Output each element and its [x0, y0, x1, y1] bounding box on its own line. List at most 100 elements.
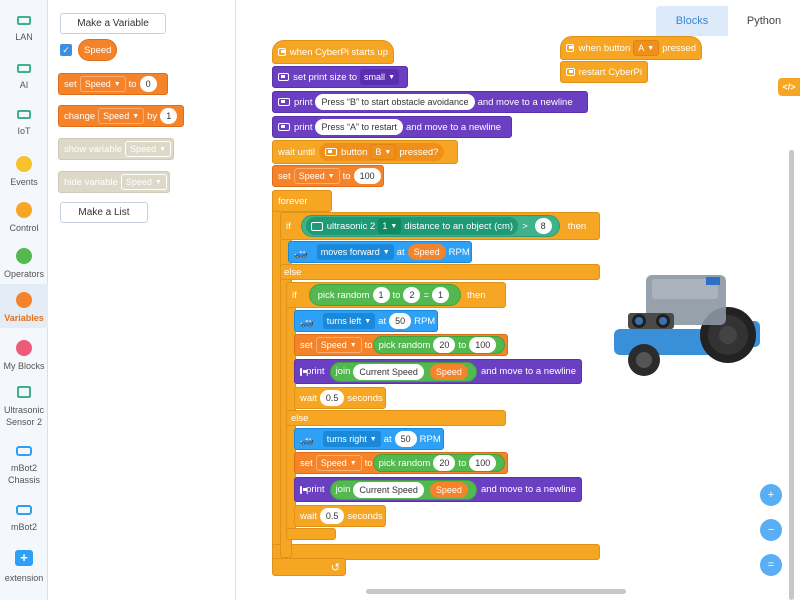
direction-dropdown[interactable]: moves forward ▼ [316, 244, 394, 260]
compare-value-input[interactable]: 8 [534, 218, 552, 234]
tab-python[interactable]: Python [728, 6, 800, 36]
print-size-dropdown[interactable]: small ▼ [360, 69, 399, 85]
greater-than-condition[interactable]: ultrasonic 2 1 ▼ distance to an object (c… [300, 215, 560, 237]
print-text-input[interactable]: Press “B” to start obstacle avoidance [315, 94, 475, 110]
show-variable-dropdown[interactable]: Speed ▼ [125, 141, 172, 157]
print-join-block-2[interactable]: print join Current Speed Speed and move … [294, 477, 582, 502]
set-print-size-block[interactable]: set print size to small ▼ [272, 66, 408, 88]
set-variable-block[interactable]: set Speed ▼ to 0 [58, 73, 168, 95]
show-variable-label: show variable [64, 143, 123, 155]
set-speed-random-block[interactable]: set Speed ▼ to pick random 20 to 100 [294, 334, 508, 356]
code-toggle-button[interactable]: </> [778, 78, 800, 96]
wait-seconds-input[interactable]: 0.5 [319, 390, 345, 406]
turn-direction-dropdown[interactable]: turns right ▼ [322, 431, 381, 447]
moves-forward-block[interactable]: 🚙 moves forward ▼ at Speed RPM [288, 241, 472, 263]
turn-speed-input[interactable]: 50 [394, 431, 417, 447]
print-block-1[interactable]: print Press “B” to start obstacle avoida… [272, 91, 588, 113]
pick-random-reporter[interactable]: pick random 20 to 100 [372, 336, 506, 354]
print-join-block-1[interactable]: print join Current Speed Speed and move … [294, 359, 582, 384]
speed-variable-reporter[interactable]: Speed [407, 244, 446, 260]
wait-seconds-input[interactable]: 0.5 [319, 508, 345, 524]
turn-speed-input[interactable]: 50 [389, 313, 412, 329]
random-from-input[interactable]: 20 [433, 455, 456, 471]
set-value-input[interactable]: 0 [139, 76, 157, 92]
make-variable-button[interactable]: Make a Variable [60, 13, 166, 34]
hat-when-starts-up[interactable]: when CyberPi starts up [272, 40, 394, 64]
random-to-input[interactable]: 100 [469, 337, 497, 353]
category-operators[interactable]: Operators [0, 246, 48, 280]
category-events[interactable]: Events [0, 154, 48, 188]
set-variable-dropdown[interactable]: Speed ▼ [315, 455, 362, 471]
random-to-input[interactable]: 2 [403, 287, 421, 303]
category-mbot2-chassis[interactable]: mBot2 Chassis [0, 444, 48, 490]
join-text-input[interactable]: Current Speed [353, 481, 424, 498]
loop-arrow-icon: ↺ [330, 562, 340, 574]
print-text-input[interactable]: Press “A” to restart [315, 119, 403, 135]
ultrasonic-port-dropdown[interactable]: 1 ▼ [378, 218, 402, 234]
turns-left-block[interactable]: 🚙 turns left ▼ at 50 RPM [294, 310, 438, 332]
print-block-2[interactable]: print Press “A” to restart and move to a… [272, 116, 512, 138]
tab-blocks[interactable]: Blocks [656, 6, 728, 36]
hide-variable-block[interactable]: hide variable Speed ▼ [58, 171, 170, 193]
set-speed-random-block-2[interactable]: set Speed ▼ to pick random 20 to 100 [294, 452, 508, 474]
change-variable-block[interactable]: change Speed ▼ by 1 [58, 105, 184, 127]
wait-block-2[interactable]: wait 0.5 seconds [294, 505, 386, 527]
hide-variable-dropdown[interactable]: Speed ▼ [120, 174, 167, 190]
make-list-button[interactable]: Make a List [60, 202, 148, 223]
set-speed-block[interactable]: set Speed ▼ to 100 [272, 165, 384, 187]
ultrasonic-distance-reporter[interactable]: ultrasonic 2 1 ▼ distance to an object (c… [305, 217, 519, 235]
set-variable-dropdown[interactable]: Speed ▼ [79, 76, 126, 92]
turn-direction-dropdown[interactable]: turns left ▼ [322, 313, 376, 329]
set-variable-dropdown[interactable]: Speed ▼ [293, 168, 340, 184]
pick-random-reporter[interactable]: pick random 20 to 100 [372, 454, 506, 472]
speed-variable-reporter[interactable]: Speed [429, 481, 468, 498]
show-variable-block[interactable]: show variable Speed ▼ [58, 138, 174, 160]
category-mbot2[interactable]: mBot2 [0, 503, 48, 539]
join-text-input[interactable]: Current Speed [353, 363, 424, 380]
category-variables[interactable]: Variables [0, 284, 48, 328]
at-label: at [383, 433, 392, 445]
print-size-label: set print size to [293, 71, 358, 83]
button-dropdown[interactable]: B ▼ [370, 144, 397, 160]
speed-variable-reporter[interactable]: Speed [429, 363, 468, 380]
button-value: A [638, 43, 645, 53]
category-my-blocks[interactable]: My Blocks [0, 338, 48, 372]
category-ai[interactable]: AI [0, 62, 48, 96]
category-lan[interactable]: LAN [0, 14, 48, 48]
random-from-input[interactable]: 1 [372, 287, 390, 303]
turns-right-block[interactable]: 🚙 turns right ▼ at 50 RPM [294, 428, 444, 450]
equals-condition[interactable]: pick random 1 to 2 = 1 [308, 284, 462, 306]
zoom-reset-button[interactable]: = [760, 554, 782, 576]
category-control[interactable]: Control [0, 200, 48, 234]
vertical-scrollbar[interactable] [789, 150, 794, 600]
button-dropdown[interactable]: A ▼ [633, 40, 660, 56]
wait-until-block[interactable]: wait until button B ▼ pressed? [272, 140, 458, 164]
category-extension[interactable]: + extension [0, 548, 48, 588]
join-reporter[interactable]: join Current Speed Speed [329, 361, 477, 382]
change-variable-dropdown[interactable]: Speed ▼ [98, 108, 145, 124]
hat-when-button-pressed[interactable]: when button A ▼ pressed [560, 36, 702, 60]
equals-value-input[interactable]: 1 [432, 287, 450, 303]
restart-cyberpi-block[interactable]: restart CyberPi [560, 61, 648, 83]
scripts-canvas[interactable]: Blocks Python </> ↺ else else when Cyber… [236, 0, 800, 600]
if2-else-bar: else [286, 410, 506, 426]
if-block-2[interactable]: if pick random 1 to 2 = 1 then [286, 282, 506, 308]
button-pressed-condition[interactable]: button B ▼ pressed? [318, 143, 445, 161]
if-block-1[interactable]: if ultrasonic 2 1 ▼ distance to an object… [280, 212, 600, 240]
zoom-in-button[interactable]: + [760, 484, 782, 506]
set-variable-dropdown[interactable]: Speed ▼ [315, 337, 362, 353]
random-from-input[interactable]: 20 [433, 337, 456, 353]
wait-block-1[interactable]: wait 0.5 seconds [294, 387, 386, 409]
join-reporter[interactable]: join Current Speed Speed [329, 479, 477, 500]
category-ultrasonic-sensor-2[interactable]: Ultrasonic Sensor 2 [0, 384, 48, 438]
set-value-input[interactable]: 100 [353, 168, 381, 184]
variable-visibility-checkbox[interactable]: ✓ [60, 44, 72, 56]
horizontal-scrollbar[interactable] [366, 589, 626, 594]
random-to-input[interactable]: 100 [469, 455, 497, 471]
zoom-out-button[interactable]: − [760, 519, 782, 541]
category-iot[interactable]: IoT [0, 108, 48, 142]
hat-button-label: when button [578, 42, 631, 54]
forever-block[interactable]: forever [272, 190, 332, 212]
change-value-input[interactable]: 1 [160, 108, 178, 124]
variable-reporter-speed[interactable]: Speed [78, 39, 118, 61]
